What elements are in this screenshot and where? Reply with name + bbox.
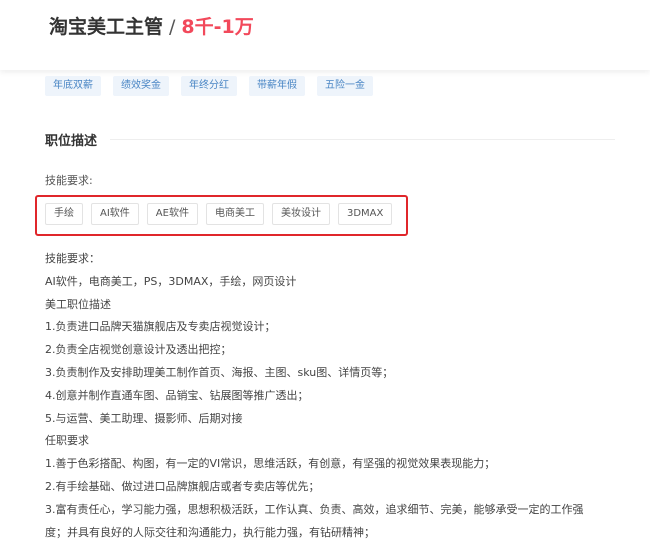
benefit-tag: 带薪年假 (249, 76, 305, 96)
description-line: 2.负责全店视觉创意设计及透出把控； (45, 343, 232, 357)
benefit-tag: 绩效奖金 (113, 76, 169, 96)
benefit-tag: 五险一金 (317, 76, 373, 96)
skill-tag[interactable]: AI软件 (91, 203, 139, 225)
skill-tag[interactable]: 电商美工 (205, 203, 264, 225)
job-title: 淘宝美工主管 (49, 16, 164, 38)
benefit-tag: 年底双薪 (45, 76, 101, 96)
job-detail-page: 淘宝美工主管/8千-1万 年底双薪 绩效奖金 年终分红 带薪年假 五险一金 职位… (0, 0, 650, 553)
description-line: 3.负责制作及安排助理美工制作首页、海报、主图、sku图、详情页等； (45, 365, 394, 379)
skill-tag[interactable]: 美妆设计 (271, 203, 330, 225)
job-title-row: 淘宝美工主管/8千-1万 (49, 14, 254, 40)
skills-label: 技能要求: (45, 174, 93, 187)
description-line: 美工职位描述 (45, 297, 111, 311)
description-line: 3.富有责任心，学习能力强，思想积极活跃，工作认真、负责、高效，追求细节、完美，… (45, 502, 584, 516)
description-line: AI软件，电商美工，PS，3DMAX，手绘，网页设计 (45, 274, 297, 288)
section-title: 职位描述 (45, 134, 98, 149)
benefit-tags: 年底双薪 绩效奖金 年终分红 带薪年假 五险一金 (45, 76, 373, 96)
description-line: 4.创意并制作直通车图、品销宝、钻展图等推广透出； (45, 388, 309, 402)
skill-tag[interactable]: 3DMAX (337, 203, 393, 225)
job-header: 淘宝美工主管/8千-1万 (0, 0, 650, 70)
title-separator: / (169, 16, 176, 38)
skill-tags: 手绘 AI软件 AE软件 电商美工 美妆设计 3DMAX (45, 203, 393, 225)
description-line: 任职要求 (45, 434, 89, 448)
skill-tag[interactable]: 手绘 (45, 203, 83, 225)
description-line: 5.与运营、美工助理、摄影师、后期对接 (45, 411, 243, 425)
benefit-tag: 年终分红 (181, 76, 237, 96)
description-line: 技能要求： (45, 252, 100, 265)
job-description: 技能要求： AI软件，电商美工，PS，3DMAX，手绘，网页设计 美工职位描述 … (45, 248, 620, 544)
description-line: 度；并具有良好的人际交往和沟通能力，执行能力强，有钻研精神； (45, 525, 375, 539)
description-line: 1.负责进口品牌天猫旗舰店及专卖店视觉设计； (45, 320, 276, 334)
skill-tag[interactable]: AE软件 (146, 203, 198, 225)
section-divider (110, 139, 615, 140)
salary-range: 8千-1万 (181, 16, 254, 38)
description-line: 2.有手绘基础、做过进口品牌旗舰店或者专卖店等优先； (45, 479, 320, 493)
description-line: 1.善于色彩搭配、构图，有一定的VI常识，思维活跃，有创意，有坚强的视觉效果表现… (45, 457, 496, 471)
